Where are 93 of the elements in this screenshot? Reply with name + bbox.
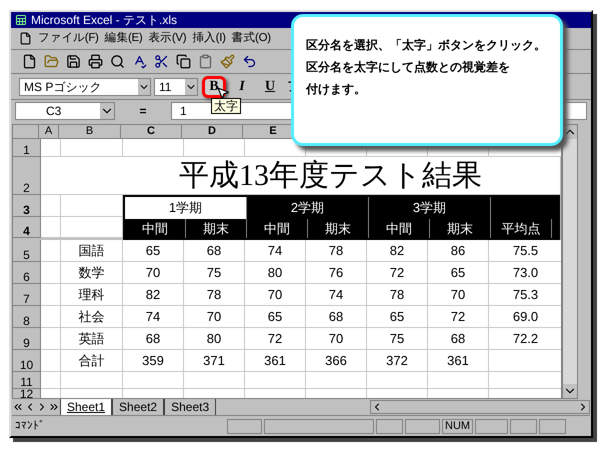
row-label: 国語	[61, 240, 123, 262]
table-cell: 74	[123, 306, 184, 328]
status-text: ｺﾏﾝﾄﾞ	[15, 418, 46, 434]
column-header[interactable]: B	[59, 125, 121, 139]
table-cell: 70	[428, 284, 489, 306]
table-cell: 86	[428, 240, 489, 262]
row-label: 社会	[61, 306, 123, 328]
sheet-tab[interactable]: Sheet1	[60, 399, 112, 415]
row-header[interactable]: 10	[13, 350, 41, 372]
table-cell: 69.0	[489, 306, 561, 328]
term-header: 1学期	[125, 197, 247, 219]
callout-text: 区分名を選択、「太字」ボタンをクリック。	[306, 37, 546, 53]
row-header[interactable]: 9	[13, 328, 41, 350]
column-header[interactable]: D	[182, 125, 243, 139]
row-label: 理科	[61, 284, 123, 306]
menu-item[interactable]: 表示(V)	[148, 30, 186, 48]
callout-text: 付けます。	[306, 81, 366, 97]
callout-text: 区分名を太字にして点数との視覚差を	[306, 59, 510, 75]
subheader: 平均点	[491, 219, 552, 238]
name-box[interactable]: C3	[15, 102, 115, 120]
table-cell: 76	[306, 262, 367, 284]
table-cell: 74	[245, 240, 306, 262]
row-header[interactable]: 4	[13, 217, 41, 238]
table-cell: 361	[245, 350, 306, 372]
font-size-select[interactable]: 11	[154, 78, 198, 96]
table-cell: 82	[123, 284, 184, 306]
table-cell: 75	[184, 262, 245, 284]
subheader: 期末	[308, 219, 369, 238]
table-cell: 72.2	[489, 328, 561, 350]
row-label: 数学	[61, 262, 123, 284]
table-cell: 80	[184, 328, 245, 350]
table-cell: 68	[184, 240, 245, 262]
table-cell: 68	[123, 328, 184, 350]
row-header[interactable]: 6	[13, 262, 41, 284]
subheader: 期末	[430, 219, 491, 238]
table-cell: 371	[184, 350, 245, 372]
table-cell: 78	[367, 284, 428, 306]
table-cell: 72	[428, 306, 489, 328]
table-cell: 74	[306, 284, 367, 306]
menu-item[interactable]: 編集(E)	[104, 30, 142, 48]
row-header[interactable]: 2	[13, 157, 41, 195]
table-cell: 361	[428, 350, 489, 372]
format-button[interactable]: I	[230, 76, 254, 98]
row-header[interactable]: 3	[13, 195, 41, 217]
table-cell: 68	[306, 306, 367, 328]
table-cell: 70	[245, 284, 306, 306]
menu-item[interactable]: 書式(O)	[232, 30, 271, 48]
column-header[interactable]: A	[39, 125, 59, 139]
table-cell: 73.0	[489, 262, 561, 284]
row-header[interactable]: 7	[13, 284, 41, 306]
table-cell: 78	[306, 240, 367, 262]
row-label: 英語	[61, 328, 123, 350]
table-cell: 68	[428, 328, 489, 350]
row-header[interactable]: 1	[13, 139, 41, 157]
sheet-tab[interactable]: Sheet3	[164, 399, 216, 415]
row-header[interactable]: 8	[13, 306, 41, 328]
table-cell: 65	[428, 262, 489, 284]
table-cell: 372	[367, 350, 428, 372]
row-label: 合計	[61, 350, 123, 372]
table-cell: 82	[367, 240, 428, 262]
format-button[interactable]: U	[258, 76, 282, 98]
subheader: 中間	[369, 219, 430, 238]
table-cell: 80	[245, 262, 306, 284]
font-select[interactable]: MS Pゴシック	[19, 78, 151, 96]
table-cell: 65	[123, 240, 184, 262]
table-cell: 78	[184, 284, 245, 306]
table-cell: 72	[245, 328, 306, 350]
subheader: 期末	[186, 219, 247, 238]
table-cell: 70	[306, 328, 367, 350]
table-cell: 75.5	[489, 240, 561, 262]
table-cell: 366	[306, 350, 367, 372]
table-cell: 72	[367, 262, 428, 284]
table-cell: 65	[367, 306, 428, 328]
tooltip: 太字	[211, 98, 241, 114]
table-cell: 75.3	[489, 284, 561, 306]
row-header[interactable]: 5	[13, 240, 41, 262]
sheet-title: 平成13年度テスト結果	[179, 158, 482, 194]
column-header[interactable]: C	[121, 125, 182, 139]
menu-item[interactable]: 挿入(I)	[192, 30, 226, 48]
table-cell: 75	[367, 328, 428, 350]
sheet-tab[interactable]: Sheet2	[112, 399, 164, 415]
window-title: Microsoft Excel - テスト.xls	[31, 12, 178, 29]
table-cell: 65	[245, 306, 306, 328]
subheader: 中間	[125, 219, 186, 238]
row-header[interactable]: 11	[13, 372, 41, 389]
table-cell: 359	[123, 350, 184, 372]
format-button[interactable]: B	[202, 76, 226, 98]
num-indicator: NUM	[442, 418, 474, 434]
equals-sign: =	[138, 103, 148, 120]
subheader: 中間	[247, 219, 308, 238]
table-cell: 70	[184, 306, 245, 328]
table-cell: 70	[123, 262, 184, 284]
menu-item[interactable]: ファイル(F)	[38, 30, 99, 48]
